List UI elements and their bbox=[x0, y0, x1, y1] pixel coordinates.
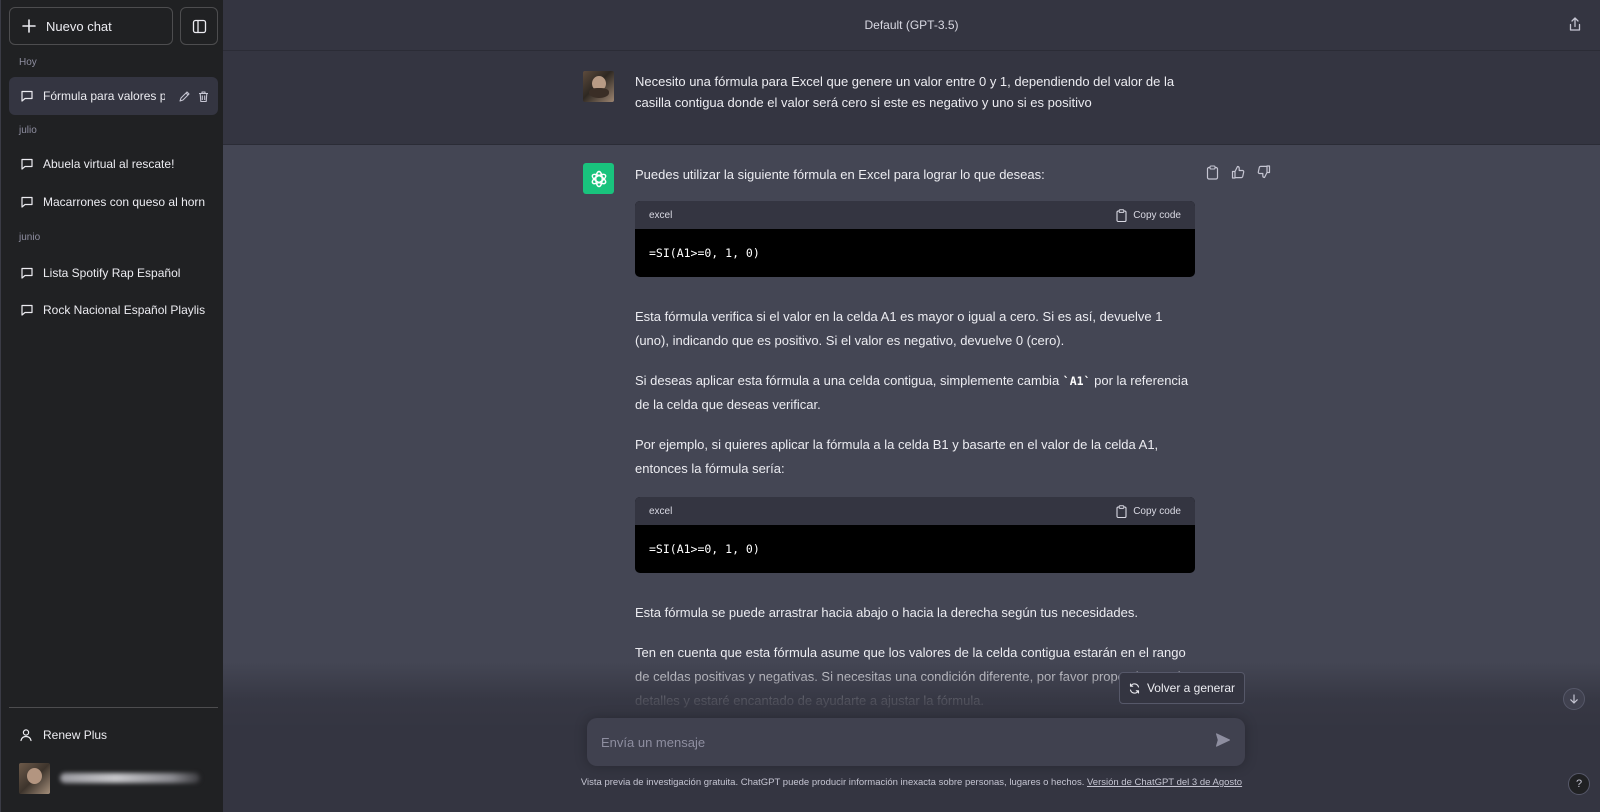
new-chat-label: Nuevo chat bbox=[46, 18, 112, 34]
model-title: Default (GPT-3.5) bbox=[864, 18, 959, 32]
plus-icon bbox=[22, 19, 36, 33]
version-link[interactable]: Versión de ChatGPT del 3 de Agosto bbox=[1087, 777, 1242, 788]
share-icon[interactable] bbox=[1568, 17, 1582, 32]
code-content: =SI(A1>=0, 1, 0) bbox=[649, 246, 760, 260]
message-composer bbox=[587, 718, 1245, 766]
paragraph-text: Si deseas aplicar esta fórmula a una cel… bbox=[635, 373, 1063, 388]
user-message: Necesito una fórmula para Excel que gene… bbox=[223, 51, 1600, 145]
clipboard-icon[interactable] bbox=[1206, 165, 1219, 180]
assistant-paragraph: Si deseas aplicar esta fórmula a una cel… bbox=[635, 369, 1195, 417]
disclaimer-text: Vista previa de investigación gratuita. … bbox=[580, 777, 1087, 788]
chat-bubble-icon bbox=[20, 266, 34, 280]
assistant-paragraph: Esta fórmula verifica si el valor en la … bbox=[635, 309, 1163, 348]
chat-bubble-icon bbox=[20, 157, 34, 171]
sidebar-divider bbox=[9, 707, 218, 708]
new-chat-button[interactable]: Nuevo chat bbox=[9, 7, 173, 45]
assistant-message: Puedes utilizar la siguiente fórmula en … bbox=[223, 145, 1600, 725]
code-block-header: excel Copy code bbox=[635, 497, 1195, 525]
sidebar-chat-rock-nacional[interactable]: Rock Nacional Español Playlist bbox=[9, 291, 218, 329]
code-block-header: excel Copy code bbox=[635, 201, 1195, 229]
scroll-to-bottom-button[interactable] bbox=[1563, 688, 1585, 710]
user-message-text: Necesito una fórmula para Excel que gene… bbox=[635, 74, 1175, 110]
thumbs-down-icon[interactable] bbox=[1257, 165, 1271, 180]
refresh-icon bbox=[1129, 682, 1140, 694]
sidebar-chat-spotify-rap[interactable]: Lista Spotify Rap Español bbox=[9, 254, 218, 292]
assistant-intro: Puedes utilizar la siguiente fórmula en … bbox=[635, 167, 1045, 182]
code-block: excel Copy code =SI(A1>=0, 1, 0) bbox=[635, 497, 1195, 573]
thumbs-up-icon[interactable] bbox=[1231, 165, 1245, 180]
send-icon[interactable] bbox=[1215, 732, 1231, 748]
code-content: =SI(A1>=0, 1, 0) bbox=[649, 542, 760, 556]
clipboard-icon bbox=[1116, 504, 1127, 518]
chatgpt-logo-icon bbox=[583, 163, 614, 194]
user-avatar bbox=[583, 71, 614, 102]
group-label-today: Hoy bbox=[19, 57, 37, 68]
sidebar-chat-label: Lista Spotify Rap Español bbox=[43, 266, 181, 280]
sidebar-chat-macarrones[interactable]: Macarrones con queso al horno bbox=[9, 183, 218, 221]
clipboard-icon bbox=[1116, 208, 1127, 222]
group-label-june: junio bbox=[19, 232, 41, 243]
sidebar: Nuevo chat Hoy Fórmula para valores p ju… bbox=[0, 0, 223, 812]
toggle-sidebar-button[interactable] bbox=[180, 7, 218, 45]
chat-bubble-icon bbox=[20, 303, 34, 317]
account-menu[interactable] bbox=[9, 758, 218, 798]
copy-code-label: Copy code bbox=[1133, 209, 1181, 221]
user-icon bbox=[19, 728, 33, 742]
copy-code-button[interactable]: Copy code bbox=[1116, 504, 1181, 518]
chat-header: Default (GPT-3.5) bbox=[223, 0, 1600, 51]
sidebar-chat-label: Rock Nacional Español Playlist bbox=[43, 303, 205, 317]
blurred-username bbox=[60, 773, 200, 783]
message-feedback-bar bbox=[1206, 165, 1271, 180]
avatar bbox=[19, 762, 50, 794]
sidebar-chat-abuela[interactable]: Abuela virtual al rescate! bbox=[9, 145, 218, 183]
assistant-content: Puedes utilizar la siguiente fórmula en … bbox=[635, 163, 1195, 713]
group-label-july: julio bbox=[19, 125, 37, 136]
message-input[interactable] bbox=[601, 731, 1181, 753]
regenerate-button[interactable]: Volver a generar bbox=[1119, 672, 1245, 704]
inline-code: `A1` bbox=[1062, 374, 1091, 388]
pencil-icon[interactable] bbox=[178, 90, 191, 103]
sidebar-chat-label: Macarrones con queso al horno bbox=[43, 195, 205, 209]
trash-icon[interactable] bbox=[197, 90, 210, 103]
sidebar-panel-icon bbox=[192, 19, 207, 34]
code-block: excel Copy code =SI(A1>=0, 1, 0) bbox=[635, 201, 1195, 277]
arrow-down-icon bbox=[1569, 694, 1579, 704]
sidebar-chat-label: Fórmula para valores p bbox=[43, 89, 165, 103]
code-language: excel bbox=[649, 505, 673, 517]
sidebar-chat-formula[interactable]: Fórmula para valores p bbox=[9, 77, 218, 115]
sidebar-chat-label: Abuela virtual al rescate! bbox=[43, 157, 175, 171]
copy-code-button[interactable]: Copy code bbox=[1116, 208, 1181, 222]
copy-code-label: Copy code bbox=[1133, 505, 1181, 517]
chat-bubble-icon bbox=[20, 195, 34, 209]
renew-plus-label: Renew Plus bbox=[43, 728, 108, 742]
regenerate-label: Volver a generar bbox=[1146, 681, 1236, 695]
footer-disclaimer: Vista previa de investigación gratuita. … bbox=[223, 777, 1600, 788]
chat-bubble-icon bbox=[20, 89, 34, 103]
assistant-paragraph: Esta fórmula se puede arrastrar hacia ab… bbox=[635, 605, 1138, 620]
assistant-paragraph: Por ejemplo, si quieres aplicar la fórmu… bbox=[635, 437, 1159, 476]
code-language: excel bbox=[649, 209, 673, 221]
renew-plus-button[interactable]: Renew Plus bbox=[9, 717, 218, 753]
help-button[interactable]: ? bbox=[1568, 773, 1590, 795]
